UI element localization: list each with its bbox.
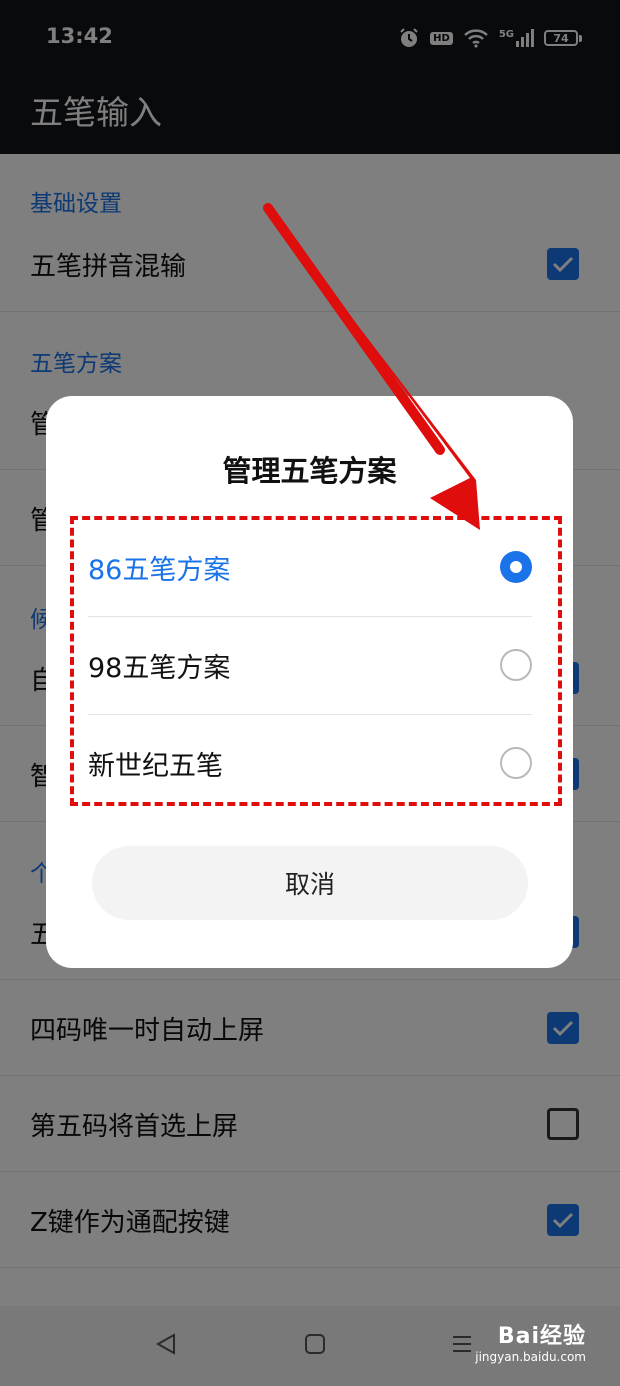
annotation-arrow-icon: [263, 203, 480, 530]
